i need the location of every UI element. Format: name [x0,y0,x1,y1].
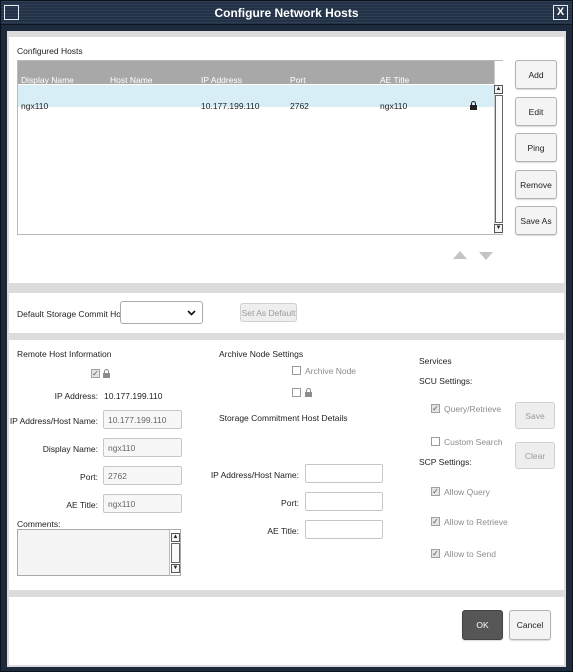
comments-scroll-thumb[interactable] [171,543,180,563]
column-header-display-name[interactable]: Display Name [21,75,74,85]
configure-network-hosts-dialog: Configure Network Hosts X Configured Hos… [0,0,573,672]
allow-retrieve-label: Allow to Retrieve [444,517,508,527]
remote-host-title: Remote Host Information [17,349,112,359]
default-commit-select[interactable] [120,301,203,324]
scroll-up-icon[interactable]: ▲ [494,85,503,94]
allow-query-checkbox[interactable]: ✓ [431,487,440,496]
remove-button[interactable]: Remove [515,170,557,199]
close-icon[interactable]: X [553,5,568,20]
save-button[interactable]: Save [515,402,555,429]
chevron-down-icon [187,310,196,316]
ip-address-label: IP Address: [54,391,98,401]
cancel-button[interactable]: Cancel [509,610,551,640]
scroll-down-icon[interactable]: ▼ [494,224,503,233]
set-as-default-button[interactable]: Set As Default [240,303,297,322]
host-details-panel: Remote Host Information ✓ IP Address: 10… [9,340,564,590]
comments-textarea[interactable]: ▲ ▼ [17,529,181,576]
port-label: Port: [80,472,98,482]
hosts-table-header [18,61,494,84]
cell-port: 2762 [290,101,309,111]
query-retrieve-label: Query/Retrieve [444,404,502,414]
cell-display-name: ngx110 [21,101,49,111]
comments-scrollbar[interactable]: ▲ ▼ [169,530,180,575]
remote-lock-icon [103,369,110,378]
remote-enable-checkbox[interactable]: ✓ [91,369,100,378]
ip-host-field[interactable] [103,410,182,429]
footer-panel: OK Cancel [9,597,564,665]
save-as-button[interactable]: Save As [515,206,557,235]
allow-query-label: Allow Query [444,487,490,497]
archive-lock-icon [305,388,312,397]
column-header-port[interactable]: Port [290,75,306,85]
lock-icon [470,101,477,110]
comments-label: Comments: [17,519,61,529]
clear-button[interactable]: Clear [515,442,555,469]
scroll-thumb[interactable] [495,95,503,223]
allow-retrieve-checkbox[interactable]: ✓ [431,517,440,526]
dialog-body: Configured Hosts ▲ ▼ Display Name Host N… [7,31,566,667]
ok-button[interactable]: OK [462,610,503,640]
configured-hosts-panel: Configured Hosts ▲ ▼ Display Name Host N… [9,37,564,283]
add-button[interactable]: Add [515,60,557,89]
move-down-icon[interactable] [479,252,493,260]
services-title: Services [419,356,452,366]
default-commit-label: Default Storage Commit Host [17,309,128,319]
commit-ae-title-field[interactable] [305,520,383,539]
commit-ip-host-label: IP Address/Host Name: [210,470,299,480]
column-header-host-name[interactable]: Host Name [110,75,153,85]
ae-title-field[interactable] [103,494,182,513]
commit-port-field[interactable] [305,492,383,511]
column-header-ae-title[interactable]: AE Title [380,75,409,85]
allow-send-label: Allow to Send [444,549,496,559]
commit-details-title: Storage Commitment Host Details [219,413,348,423]
display-name-label: Display Name: [42,444,98,454]
ping-button[interactable]: Ping [515,133,557,162]
custom-search-label: Custom Search [444,437,503,447]
cell-ae-title: ngx110 [380,101,408,111]
scp-settings-title: SCP Settings: [419,457,472,467]
custom-search-checkbox[interactable] [431,437,440,446]
ip-address-value: 10.177.199.110 [104,391,163,401]
commit-ip-host-field[interactable] [305,464,383,483]
comments-scroll-down-icon[interactable]: ▼ [171,564,180,573]
default-commit-panel: Default Storage Commit Host Set As Defau… [9,293,564,333]
commit-port-label: Port: [281,498,299,508]
move-up-icon[interactable] [453,251,467,259]
ae-title-label: AE Title: [66,500,98,510]
title-bar: Configure Network Hosts X [1,1,572,25]
hosts-scrollbar[interactable]: ▲ ▼ [494,61,503,234]
ip-host-label: IP Address/Host Name: [9,416,98,426]
configured-hosts-title: Configured Hosts [17,46,83,56]
scu-settings-title: SCU Settings: [419,376,473,386]
edit-button[interactable]: Edit [515,97,557,126]
archive-enable-checkbox[interactable] [292,388,301,397]
column-header-ip-address[interactable]: IP Address [201,75,242,85]
cell-ip-address: 10.177.199.110 [201,101,260,111]
archive-node-checkbox[interactable] [292,366,301,375]
archive-node-label: Archive Node [305,366,357,376]
dialog-title: Configure Network Hosts [214,6,359,20]
display-name-field[interactable] [103,438,182,457]
commit-ae-title-label: AE Title: [267,526,299,536]
port-field[interactable] [103,466,182,485]
hosts-table: ▲ ▼ [17,60,503,235]
query-retrieve-checkbox[interactable]: ✓ [431,404,440,413]
allow-send-checkbox[interactable]: ✓ [431,549,440,558]
archive-title: Archive Node Settings [219,349,304,359]
